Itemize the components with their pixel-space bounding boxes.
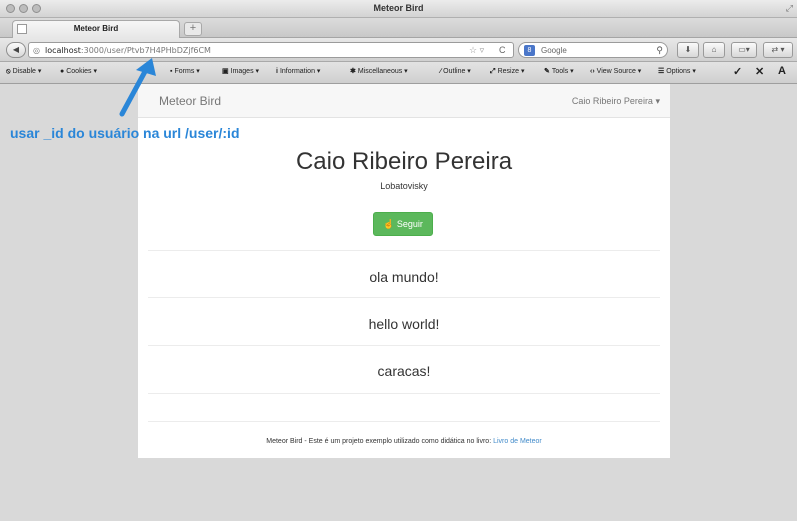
arrow-shaft (119, 63, 151, 117)
annotation-arrow (119, 58, 156, 117)
annotation-text: usar _id do usuário na url /user/:id (10, 125, 240, 141)
